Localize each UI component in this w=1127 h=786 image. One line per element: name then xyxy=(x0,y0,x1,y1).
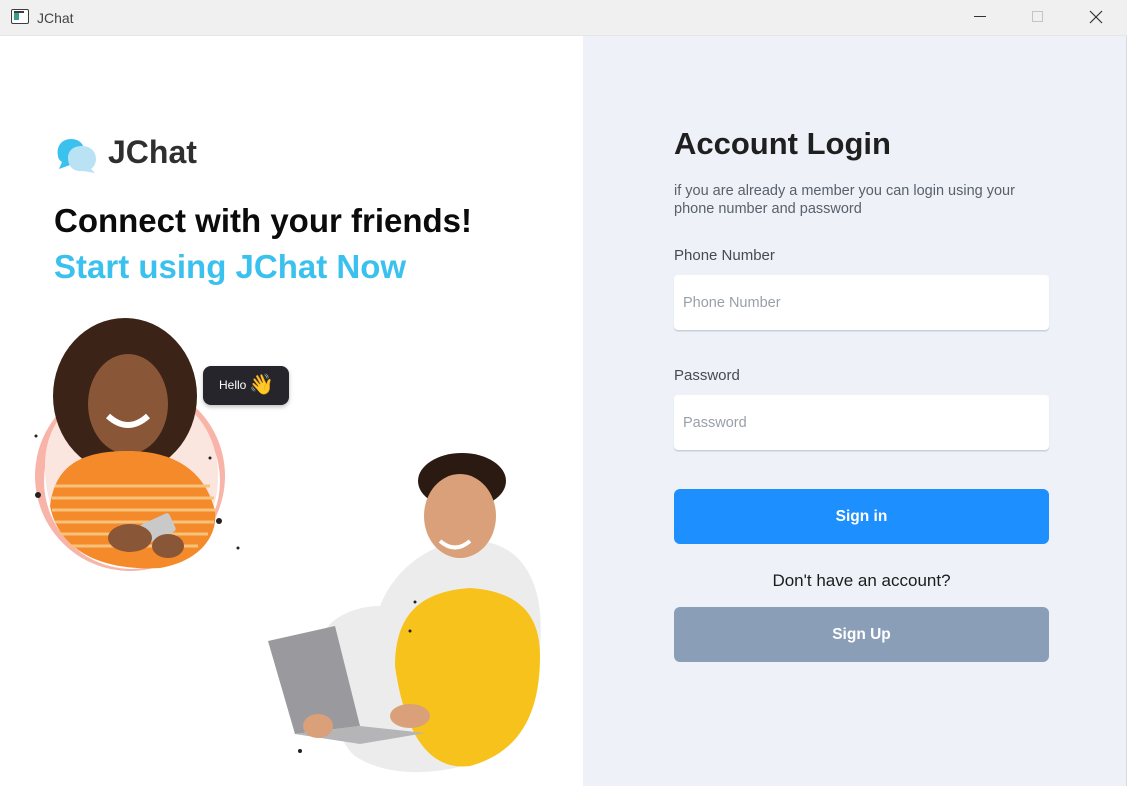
window-titlebar: JChat xyxy=(0,0,1127,36)
welcome-panel: JChat Connect with your friends! Start u… xyxy=(0,36,583,786)
maximize-icon xyxy=(1032,11,1043,22)
hello-text: Hello xyxy=(219,378,247,392)
app-window-icon xyxy=(11,9,29,24)
sign-in-button[interactable]: Sign in xyxy=(674,489,1049,544)
maximize-button[interactable] xyxy=(1009,0,1067,36)
hero-headline: Connect with your friends! xyxy=(54,202,473,239)
minimize-icon xyxy=(974,16,986,17)
phone-number-label: Phone Number xyxy=(674,247,775,264)
password-label: Password xyxy=(674,367,740,384)
chat-bubbles-icon xyxy=(57,139,96,173)
hero-subheadline: Start using JChat Now xyxy=(54,248,407,285)
window-title: JChat xyxy=(37,10,74,26)
login-title: Account Login xyxy=(674,126,891,161)
no-account-text: Don't have an account? xyxy=(772,571,951,590)
password-input[interactable] xyxy=(674,395,1049,450)
login-panel: Account Login if you are already a membe… xyxy=(583,36,1127,786)
waving-hand-icon: 👋 xyxy=(249,374,274,396)
close-button[interactable] xyxy=(1067,0,1125,36)
sign-up-button[interactable]: Sign Up xyxy=(674,607,1049,662)
people-chatting-illustration xyxy=(34,318,541,773)
minimize-button[interactable] xyxy=(951,0,1009,36)
close-icon xyxy=(1089,10,1103,24)
phone-number-input[interactable] xyxy=(674,275,1049,330)
brand-name: JChat xyxy=(108,134,197,170)
login-description: if you are already a member you can logi… xyxy=(674,183,1015,217)
hello-chat-bubble: Hello 👋 xyxy=(203,366,289,405)
